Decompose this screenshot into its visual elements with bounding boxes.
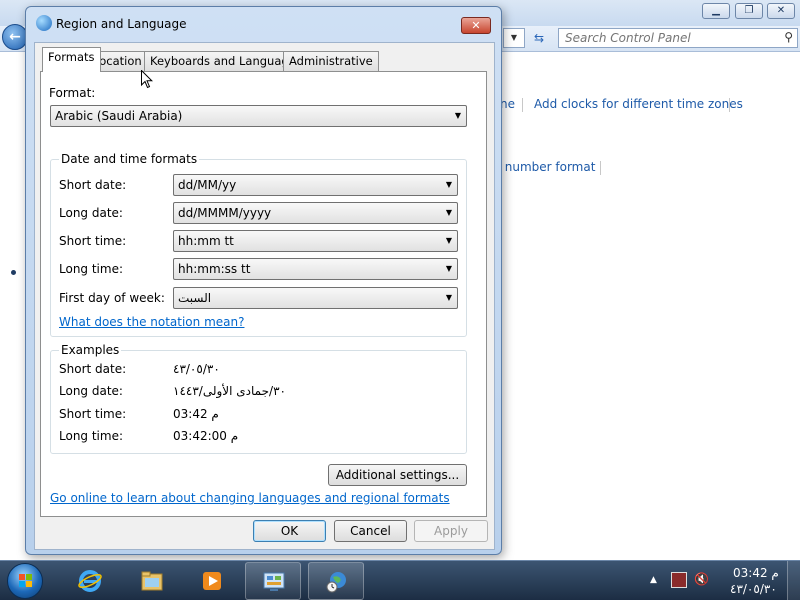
taskbar-media-player[interactable] (184, 562, 240, 600)
taskbar-control-panel[interactable] (245, 562, 301, 600)
dialog-client-area: Formats Location Keyboards and Languages… (34, 42, 495, 550)
example-long-date-label: Long date: (59, 384, 123, 398)
additional-settings-button[interactable]: Additional settings... (328, 464, 467, 486)
short-time-select-value: hh:mm tt (178, 234, 234, 248)
region-language-dialog: Region and Language ✕ Formats Location K… (25, 6, 502, 555)
format-select-value: Arabic (Saudi Arabia) (55, 109, 183, 123)
chevron-down-icon: ▼ (445, 208, 452, 217)
clock-time[interactable]: 03:42 م (733, 566, 779, 580)
number-format-link[interactable]: r number format (496, 160, 595, 174)
short-time-select[interactable]: hh:mm tt ▼ (173, 230, 458, 252)
taskbar-windows-explorer[interactable] (124, 562, 180, 600)
add-clocks-link[interactable]: Add clocks for different time zones (534, 97, 743, 111)
go-online-link[interactable]: Go online to learn about changing langua… (50, 491, 450, 505)
mouse-cursor-icon (141, 70, 153, 89)
cancel-button[interactable]: Cancel (334, 520, 407, 542)
folder-icon (141, 571, 163, 591)
control-panel-icon (263, 572, 285, 591)
long-date-select[interactable]: dd/MMMM/yyyy ▼ (173, 202, 458, 224)
example-long-date-value: ٣٠/جمادى الأولى/١٤٤٣ (173, 384, 286, 398)
date-time-group-title: Date and time formats (59, 152, 200, 166)
search-icon[interactable]: ⚲ (784, 30, 793, 44)
restore-button[interactable]: ❐ (735, 3, 763, 19)
chevron-down-icon: ▼ (445, 236, 452, 245)
short-date-select[interactable]: dd/MM/yy ▼ (173, 174, 458, 196)
formats-tab-panel: Format: Arabic (Saudi Arabia) ▼ Date and… (40, 71, 487, 517)
example-short-date-label: Short date: (59, 362, 127, 376)
tab-formats[interactable]: Formats (42, 47, 101, 72)
dialog-close-button[interactable]: ✕ (461, 17, 491, 34)
internet-explorer-icon (78, 570, 102, 592)
short-date-select-value: dd/MM/yy (178, 178, 237, 192)
minimize-button[interactable]: ▁ (702, 3, 730, 19)
chevron-down-icon: ▼ (454, 111, 461, 120)
taskbar-internet-explorer[interactable] (62, 562, 118, 600)
long-time-select-value: hh:mm:ss tt (178, 262, 251, 276)
show-desktop-button[interactable] (787, 561, 800, 600)
bullet-icon (11, 270, 16, 275)
first-day-select-value: السبت (178, 291, 212, 305)
start-button[interactable] (7, 563, 43, 599)
chevron-down-icon: ▼ (445, 264, 452, 273)
long-time-label: Long time: (59, 262, 124, 276)
tab-administrative[interactable]: Administrative (283, 51, 379, 71)
ok-button[interactable]: OK (253, 520, 326, 542)
first-day-select[interactable]: السبت ▼ (173, 287, 458, 309)
taskbar-region-language[interactable] (308, 562, 364, 600)
example-long-time-value: 03:42:00 م (173, 429, 239, 443)
media-player-icon (203, 572, 221, 590)
notation-help-link[interactable]: What does the notation mean? (59, 315, 244, 329)
example-long-time-label: Long time: (59, 429, 124, 443)
long-date-label: Long date: (59, 206, 123, 220)
chevron-down-icon: ▼ (445, 293, 452, 302)
long-date-select-value: dd/MMMM/yyyy (178, 206, 272, 220)
first-day-label: First day of week: (59, 291, 165, 305)
long-time-select[interactable]: hh:mm:ss tt ▼ (173, 258, 458, 280)
clock-date[interactable]: ٤٣/٠٥/٣٠ (730, 582, 777, 596)
globe-icon (36, 15, 52, 31)
example-short-time-value: 03:42 م (173, 407, 219, 421)
link-separator (600, 161, 601, 175)
dialog-title: Region and Language (56, 17, 187, 31)
example-short-date-value: ٤٣/٠٥/٣٠ (173, 362, 220, 376)
close-window-button[interactable]: ✕ (767, 3, 795, 19)
refresh-icon[interactable]: ⇆ (528, 28, 550, 48)
globe-clock-icon (326, 572, 346, 593)
short-time-label: Short time: (59, 234, 127, 248)
link-separator (522, 98, 523, 112)
format-label: Format: (49, 86, 96, 100)
address-dropdown-icon[interactable]: ▼ (503, 28, 525, 48)
volume-muted-icon[interactable]: 🔇 (694, 572, 710, 588)
search-box[interactable]: ⚲ (558, 28, 798, 48)
chevron-down-icon: ▼ (445, 180, 452, 189)
example-short-time-label: Short time: (59, 407, 127, 421)
link-separator (729, 98, 730, 112)
examples-group-title: Examples (59, 343, 122, 357)
format-select[interactable]: Arabic (Saudi Arabia) ▼ (50, 105, 467, 127)
apply-button[interactable]: Apply (414, 520, 488, 542)
show-hidden-icons-button[interactable]: ▲ (650, 575, 657, 585)
action-center-icon[interactable] (671, 572, 687, 588)
short-date-label: Short date: (59, 178, 127, 192)
time-zone-link[interactable]: ne (500, 97, 515, 111)
search-input[interactable] (565, 31, 770, 45)
windows-logo-icon (19, 574, 32, 587)
